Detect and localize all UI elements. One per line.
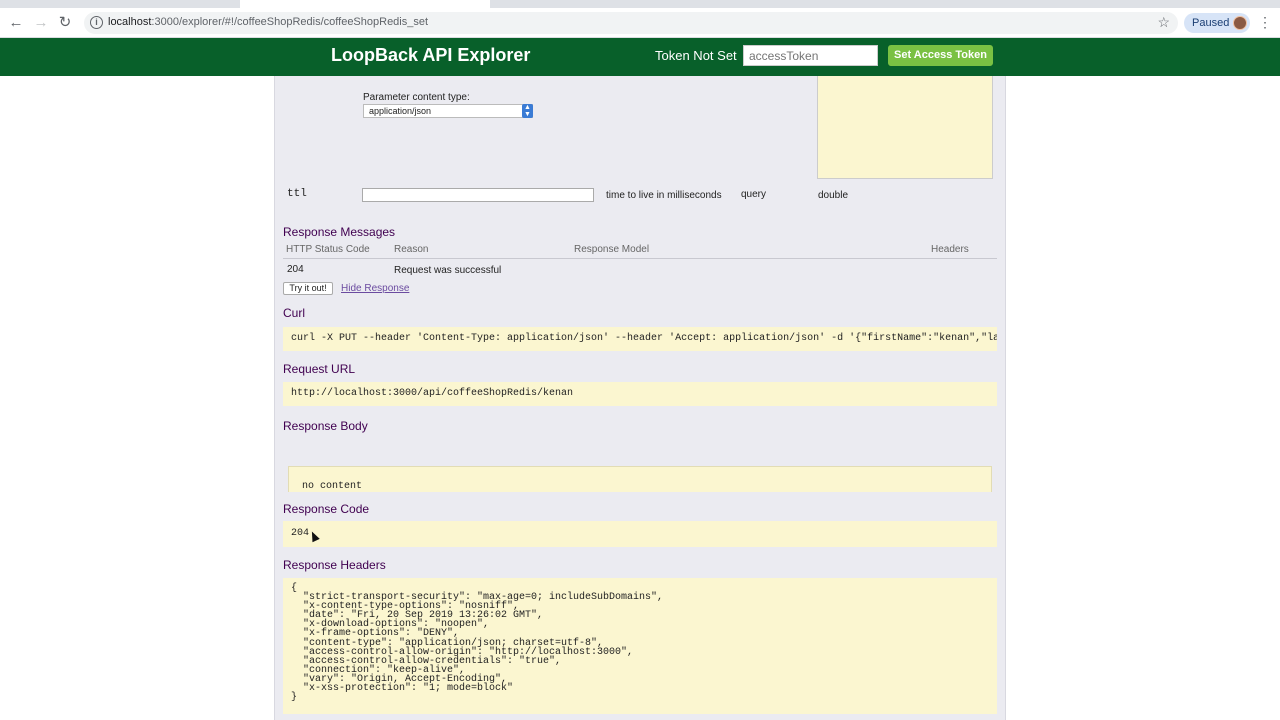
column-reason: Reason: [394, 244, 429, 255]
try-it-out-button[interactable]: Try it out!: [283, 282, 333, 295]
ttl-param-input[interactable]: [362, 188, 594, 202]
curl-command: curl -X PUT --header 'Content-Type: appl…: [283, 327, 997, 351]
table-divider: [283, 258, 997, 259]
response-headers-title: Response Headers: [283, 558, 386, 572]
ttl-param-type: query: [741, 189, 767, 200]
address-bar[interactable]: i localhost:3000/explorer/#!/coffeeShopR…: [84, 12, 1178, 34]
address-url[interactable]: localhost:3000/explorer/#!/coffeeShopRed…: [108, 16, 428, 28]
column-status-code: HTTP Status Code: [286, 244, 370, 255]
response-row-reason: Request was successful: [394, 265, 502, 276]
tab-strip: [0, 0, 1280, 8]
ttl-param-name: ttl: [287, 188, 307, 200]
back-icon[interactable]: ←: [6, 13, 26, 33]
ttl-data-type: double: [818, 190, 849, 201]
reload-icon[interactable]: ↻: [55, 13, 75, 33]
avatar: [1233, 16, 1247, 30]
url-host: localhost: [108, 16, 152, 28]
tab-active[interactable]: [240, 0, 490, 8]
response-body-value: no content: [288, 466, 992, 492]
url-path: :3000/explorer/#!/coffeeShopRedis/coffee…: [151, 16, 429, 28]
content-type-label: Parameter content type:: [363, 92, 470, 103]
select-arrows-icon: ▲ ▼: [522, 104, 533, 118]
site-info-icon[interactable]: i: [90, 16, 103, 29]
browser-toolbar: ← → ↻ i localhost:3000/explorer/#!/coffe…: [0, 8, 1280, 38]
bookmark-star-icon[interactable]: ☆: [1157, 14, 1170, 31]
profile-status: Paused: [1192, 17, 1230, 29]
curl-title: Curl: [283, 306, 306, 320]
app-title[interactable]: LoopBack API Explorer: [331, 45, 530, 66]
content-type-value: application/json: [369, 106, 432, 116]
request-url-value: http://localhost:3000/api/coffeeShopRedi…: [283, 382, 997, 406]
body-param-textarea[interactable]: [817, 76, 993, 179]
forward-icon[interactable]: →: [31, 13, 51, 33]
response-messages-title: Response Messages: [283, 225, 396, 239]
token-status: Token Not Set: [655, 48, 737, 63]
ttl-param-description: time to live in milliseconds: [606, 190, 722, 201]
column-headers: Headers: [931, 244, 969, 255]
response-code-value: 204: [283, 521, 997, 547]
tab-previous[interactable]: [60, 0, 90, 8]
response-body-title: Response Body: [283, 419, 368, 433]
response-code-title: Response Code: [283, 502, 370, 516]
response-body-container: no content: [283, 438, 997, 492]
response-row-code: 204: [287, 264, 304, 275]
access-token-input[interactable]: [743, 45, 878, 66]
response-headers-value: { "strict-transport-security": "max-age=…: [283, 578, 997, 714]
content-type-select[interactable]: application/json ▲ ▼: [363, 104, 533, 118]
request-url-title: Request URL: [283, 362, 356, 376]
set-access-token-button[interactable]: Set Access Token: [888, 45, 993, 66]
browser-menu-icon[interactable]: ⋮: [1258, 14, 1272, 31]
profile-button[interactable]: Paused: [1184, 13, 1250, 33]
app-header: LoopBack API Explorer Token Not Set Set …: [0, 38, 1280, 76]
column-response-model: Response Model: [574, 244, 650, 255]
hide-response-link[interactable]: Hide Response: [341, 283, 409, 294]
